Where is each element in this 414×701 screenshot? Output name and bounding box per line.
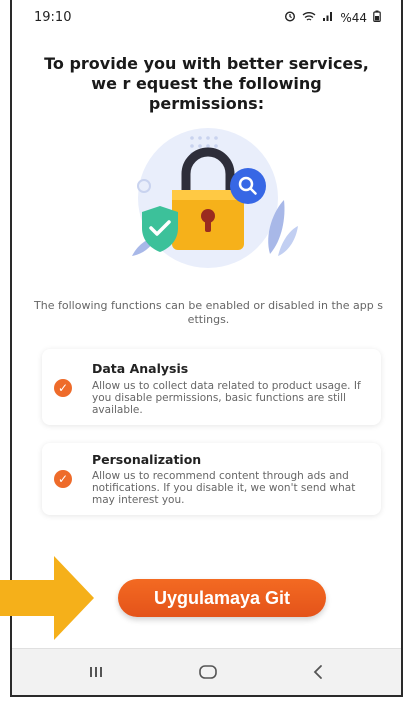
navigation-bar (12, 648, 401, 695)
permission-text: Allow us to collect data related to prod… (92, 380, 361, 416)
settings-description: The following functions can be enabled o… (34, 299, 383, 326)
pointer-arrow-icon (0, 556, 94, 640)
battery-percent: %44 (340, 10, 367, 25)
page-title: To provide you with better services, we … (44, 54, 369, 113)
battery-icon (373, 10, 381, 25)
permission-card-personalization[interactable]: ✓ Personalization Allow us to recommend … (42, 443, 381, 515)
check-icon[interactable]: ✓ (54, 379, 72, 397)
status-time: 19:10 (34, 10, 72, 25)
wifi-icon (302, 10, 316, 25)
lock-illustration (132, 128, 298, 268)
back-icon[interactable] (298, 657, 338, 687)
signal-icon (322, 10, 334, 25)
alarm-icon (284, 10, 296, 25)
permission-text: Allow us to recommend content through ad… (92, 470, 356, 506)
permission-title: Data Analysis (92, 361, 189, 376)
status-icons: %44 (284, 10, 381, 25)
go-to-app-button[interactable]: Uygulamaya Git (118, 579, 326, 617)
home-icon[interactable] (188, 657, 228, 687)
status-bar: 19:10 %44 (12, 0, 401, 36)
permission-card-data-analysis[interactable]: ✓ Data Analysis Allow us to collect data… (42, 349, 381, 425)
check-icon[interactable]: ✓ (54, 470, 72, 488)
permission-title: Personalization (92, 452, 202, 467)
recents-icon[interactable] (76, 657, 116, 687)
